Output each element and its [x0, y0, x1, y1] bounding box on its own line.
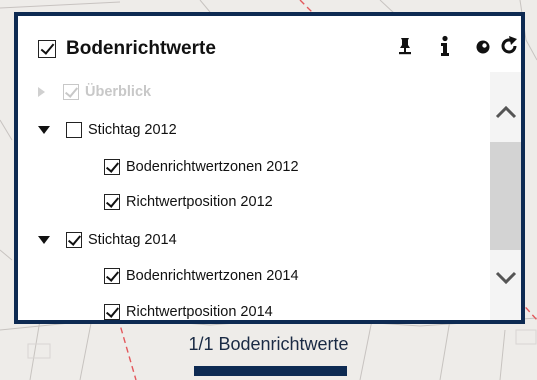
title-checkbox[interactable] — [38, 40, 56, 58]
opacity-icon[interactable] — [469, 32, 497, 60]
title-row[interactable]: Bodenrichtwerte — [38, 38, 216, 60]
layer-panel: Bodenrichtwerte Überblick Stichtag 2012 … — [14, 12, 525, 324]
panel-title: Bodenrichtwerte — [66, 38, 216, 59]
tree-item-richtwertposition-2012[interactable]: Richtwertposition 2012 — [104, 190, 273, 214]
footer-handle[interactable] — [194, 366, 347, 376]
info-icon[interactable] — [431, 32, 459, 60]
item-checkbox[interactable] — [104, 159, 120, 175]
item-checkbox[interactable] — [104, 194, 120, 210]
item-checkbox[interactable] — [104, 304, 120, 320]
tree-group-2012[interactable]: Stichtag 2012 — [38, 118, 177, 142]
reload-icon[interactable] — [495, 32, 523, 60]
scroll-down-arrow-icon[interactable] — [490, 260, 521, 296]
overview-checkbox — [63, 84, 79, 100]
tree-item-richtwertposition-2014[interactable]: Richtwertposition 2014 — [104, 300, 273, 324]
group-label-2012: Stichtag 2012 — [88, 122, 177, 138]
collapse-arrow-icon[interactable] — [38, 236, 50, 244]
expand-arrow-icon — [38, 87, 45, 97]
item-label: Richtwertposition 2012 — [126, 194, 273, 210]
item-label: Bodenrichtwertzonen 2012 — [126, 159, 299, 175]
group-checkbox-2012[interactable] — [66, 122, 82, 138]
overview-label: Überblick — [85, 84, 152, 100]
pin-tool-icon[interactable] — [391, 32, 419, 60]
scrollbar[interactable] — [490, 72, 521, 320]
toolbar — [341, 32, 521, 60]
item-label: Richtwertposition 2014 — [126, 304, 273, 320]
panel-header: Bodenrichtwerte — [18, 16, 521, 72]
tree-group-2014[interactable]: Stichtag 2014 — [38, 228, 177, 252]
tree-item-bodenrichtwertzonen-2014[interactable]: Bodenrichtwertzonen 2014 — [104, 264, 299, 288]
overview-row: Überblick — [38, 80, 151, 104]
layer-tree: Überblick Stichtag 2012 Bodenrichtwertzo… — [18, 72, 498, 320]
layer-counter: 1/1 Bodenrichtwerte — [188, 334, 349, 354]
group-checkbox-2014[interactable] — [66, 232, 82, 248]
scroll-thumb[interactable] — [490, 142, 521, 250]
group-label-2014: Stichtag 2014 — [88, 232, 177, 248]
item-label: Bodenrichtwertzonen 2014 — [126, 268, 299, 284]
scroll-up-arrow-icon[interactable] — [490, 94, 521, 130]
collapse-arrow-icon[interactable] — [38, 126, 50, 134]
item-checkbox[interactable] — [104, 268, 120, 284]
tree-item-bodenrichtwertzonen-2012[interactable]: Bodenrichtwertzonen 2012 — [104, 155, 299, 179]
